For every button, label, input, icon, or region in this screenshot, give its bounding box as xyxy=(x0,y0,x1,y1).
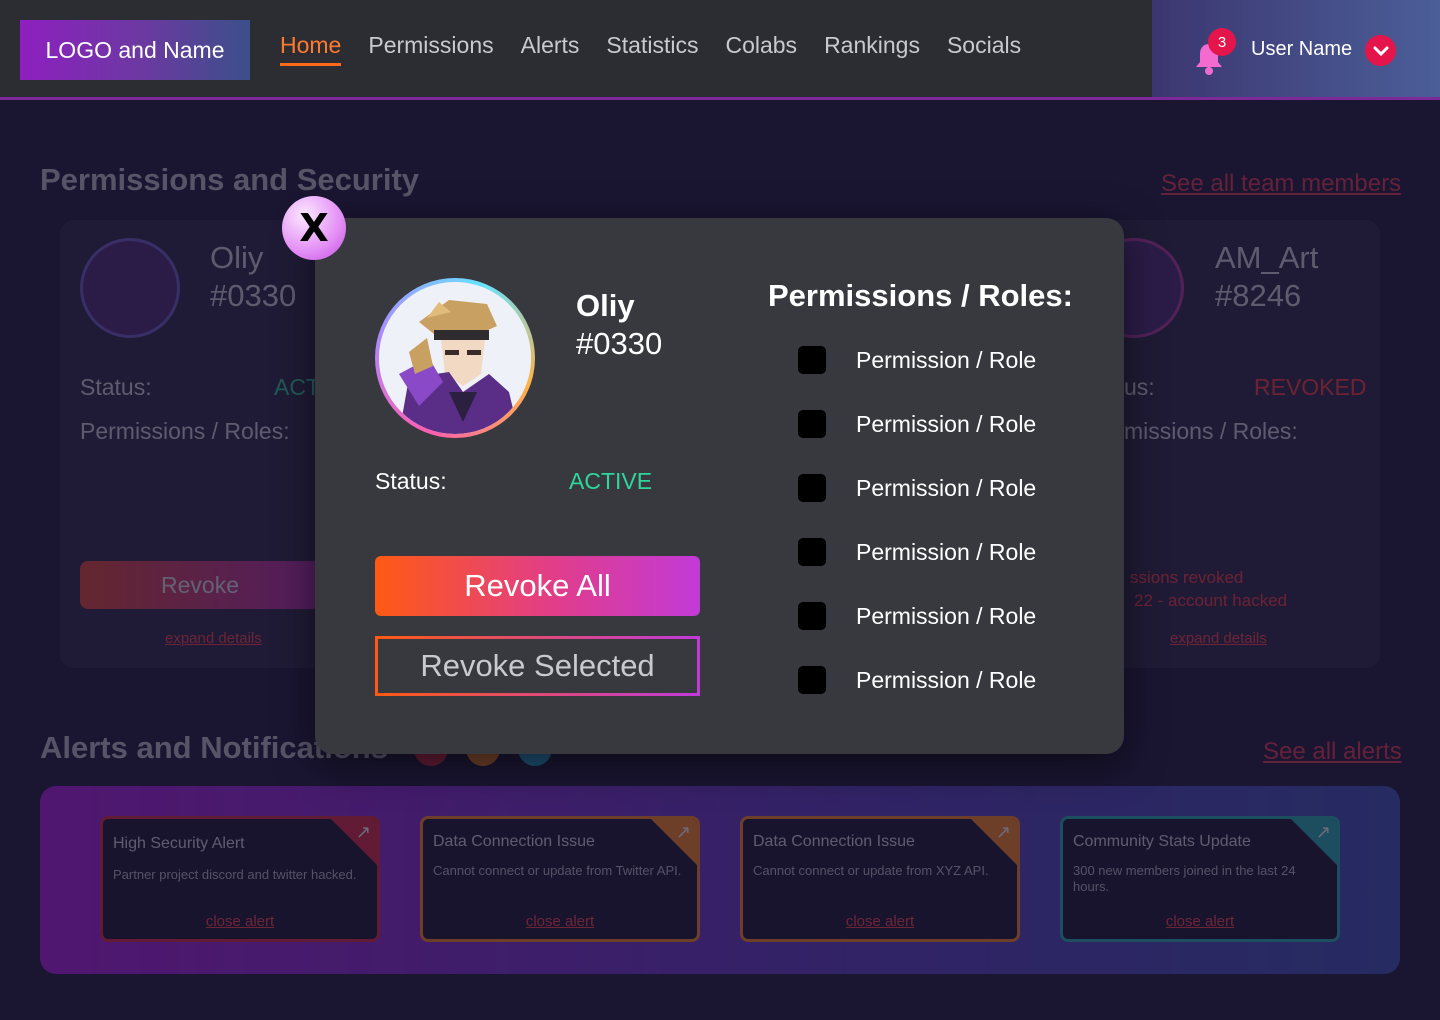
alert-title: Data Connection Issue xyxy=(433,833,595,850)
alert-title: Data Connection Issue xyxy=(753,833,915,850)
roles-label: missions / Roles: xyxy=(1124,418,1298,444)
permissions-title: Permissions / Roles: xyxy=(768,278,1073,313)
close-alert-link[interactable]: close alert xyxy=(1063,913,1337,930)
permissions-section-title: Permissions and Security xyxy=(40,162,420,197)
member-tag: #8246 xyxy=(1215,278,1302,313)
alert-card[interactable]: ↗ High Security Alert Partner project di… xyxy=(100,816,380,942)
main-nav: Home Permissions Alerts Statistics Colab… xyxy=(280,0,1021,97)
nav-permissions[interactable]: Permissions xyxy=(368,32,493,66)
permission-row[interactable]: Permission / Role xyxy=(798,473,1036,503)
status-value: ACTIVE xyxy=(569,468,653,494)
revoke-button[interactable]: Revoke xyxy=(80,561,320,609)
status-label: Status: xyxy=(80,374,152,400)
external-link-icon[interactable]: ↗ xyxy=(356,822,371,843)
status-label: us: xyxy=(1124,374,1155,400)
top-navbar: LOGO and Name Home Permissions Alerts St… xyxy=(0,0,1440,100)
permission-checkbox[interactable] xyxy=(798,538,826,566)
permission-label: Permission / Role xyxy=(856,666,1037,693)
permission-checkbox[interactable] xyxy=(798,346,826,374)
permission-checkbox[interactable] xyxy=(798,410,826,438)
character-avatar-icon xyxy=(379,282,531,434)
status-value: ACT xyxy=(274,374,320,400)
see-all-team-members-link[interactable]: See all team members xyxy=(1161,170,1401,198)
member-name: AM_Art xyxy=(1215,240,1319,275)
permission-row[interactable]: Permission / Role xyxy=(798,537,1036,567)
expand-details-link[interactable]: expand details xyxy=(1170,630,1267,647)
close-alert-link[interactable]: close alert xyxy=(423,913,697,930)
chevron-down-icon xyxy=(1373,46,1388,56)
permission-label: Permission / Role xyxy=(856,474,1037,501)
alert-title: Community Stats Update xyxy=(1073,833,1251,850)
close-alert-link[interactable]: close alert xyxy=(103,913,377,930)
user-name: Oliy xyxy=(576,288,635,323)
permission-row[interactable]: Permission / Role xyxy=(798,601,1036,631)
user-tag: #0330 xyxy=(576,326,663,361)
nav-colabs[interactable]: Colabs xyxy=(725,32,797,66)
alert-body: 300 new members joined in the last 24 ho… xyxy=(1073,863,1296,894)
roles-label: Permissions / Roles: xyxy=(80,418,290,444)
alert-title: High Security Alert xyxy=(113,835,245,852)
member-name: Oliy xyxy=(210,240,264,275)
avatar xyxy=(375,278,535,438)
nav-socials[interactable]: Socials xyxy=(947,32,1021,66)
revoke-note: 22 - account hacked xyxy=(1134,591,1288,610)
status-label: Status: xyxy=(375,468,447,494)
permission-label: Permission / Role xyxy=(856,346,1037,373)
permission-checkbox[interactable] xyxy=(798,474,826,502)
logo[interactable]: LOGO and Name xyxy=(20,20,250,80)
member-tag: #0330 xyxy=(210,278,297,313)
alerts-panel: ↗ High Security Alert Partner project di… xyxy=(40,786,1400,974)
alert-body: Cannot connect or update from XYZ API. xyxy=(753,863,989,878)
user-dropdown-button[interactable] xyxy=(1365,35,1396,66)
user-menu: 3 User Name xyxy=(1152,0,1440,97)
permission-label: Permission / Role xyxy=(856,410,1037,437)
alert-body: Cannot connect or update from Twitter AP… xyxy=(433,863,682,878)
permission-row[interactable]: Permission / Role xyxy=(798,345,1036,375)
external-link-icon[interactable]: ↗ xyxy=(676,822,691,843)
revoke-all-button[interactable]: Revoke All xyxy=(375,556,700,616)
external-link-icon[interactable]: ↗ xyxy=(996,822,1011,843)
avatar-image xyxy=(379,282,531,434)
permission-label: Permission / Role xyxy=(856,602,1037,629)
permissions-modal: Oliy #0330 Status: ACTIVE Revoke All Rev… xyxy=(315,218,1124,754)
external-link-icon[interactable]: ↗ xyxy=(1316,822,1331,843)
revoke-selected-button[interactable]: Revoke Selected xyxy=(375,636,700,696)
alert-body: Partner project discord and twitter hack… xyxy=(113,867,357,882)
nav-rankings[interactable]: Rankings xyxy=(824,32,920,66)
permission-checkbox[interactable] xyxy=(798,666,826,694)
revoke-note: ssions revoked xyxy=(1130,568,1244,587)
nav-home[interactable]: Home xyxy=(280,32,342,66)
status-value: REVOKED xyxy=(1254,374,1367,400)
close-modal-button[interactable]: X xyxy=(282,196,346,260)
see-all-alerts-link[interactable]: See all alerts xyxy=(1263,738,1402,766)
permission-checkbox[interactable] xyxy=(798,602,826,630)
close-alert-link[interactable]: close alert xyxy=(743,913,1017,930)
avatar xyxy=(80,238,180,338)
user-name[interactable]: User Name xyxy=(1251,38,1352,61)
permission-row[interactable]: Permission / Role xyxy=(798,665,1036,695)
permission-row[interactable]: Permission / Role xyxy=(798,409,1036,439)
permission-label: Permission / Role xyxy=(856,538,1037,565)
notification-badge: 3 xyxy=(1208,28,1236,56)
alert-card[interactable]: ↗ Community Stats Update 300 new members… xyxy=(1060,816,1340,942)
nav-statistics[interactable]: Statistics xyxy=(606,32,698,66)
alert-card[interactable]: ↗ Data Connection Issue Cannot connect o… xyxy=(420,816,700,942)
nav-alerts[interactable]: Alerts xyxy=(521,32,580,66)
expand-details-link[interactable]: expand details xyxy=(165,630,262,647)
alert-card[interactable]: ↗ Data Connection Issue Cannot connect o… xyxy=(740,816,1020,942)
